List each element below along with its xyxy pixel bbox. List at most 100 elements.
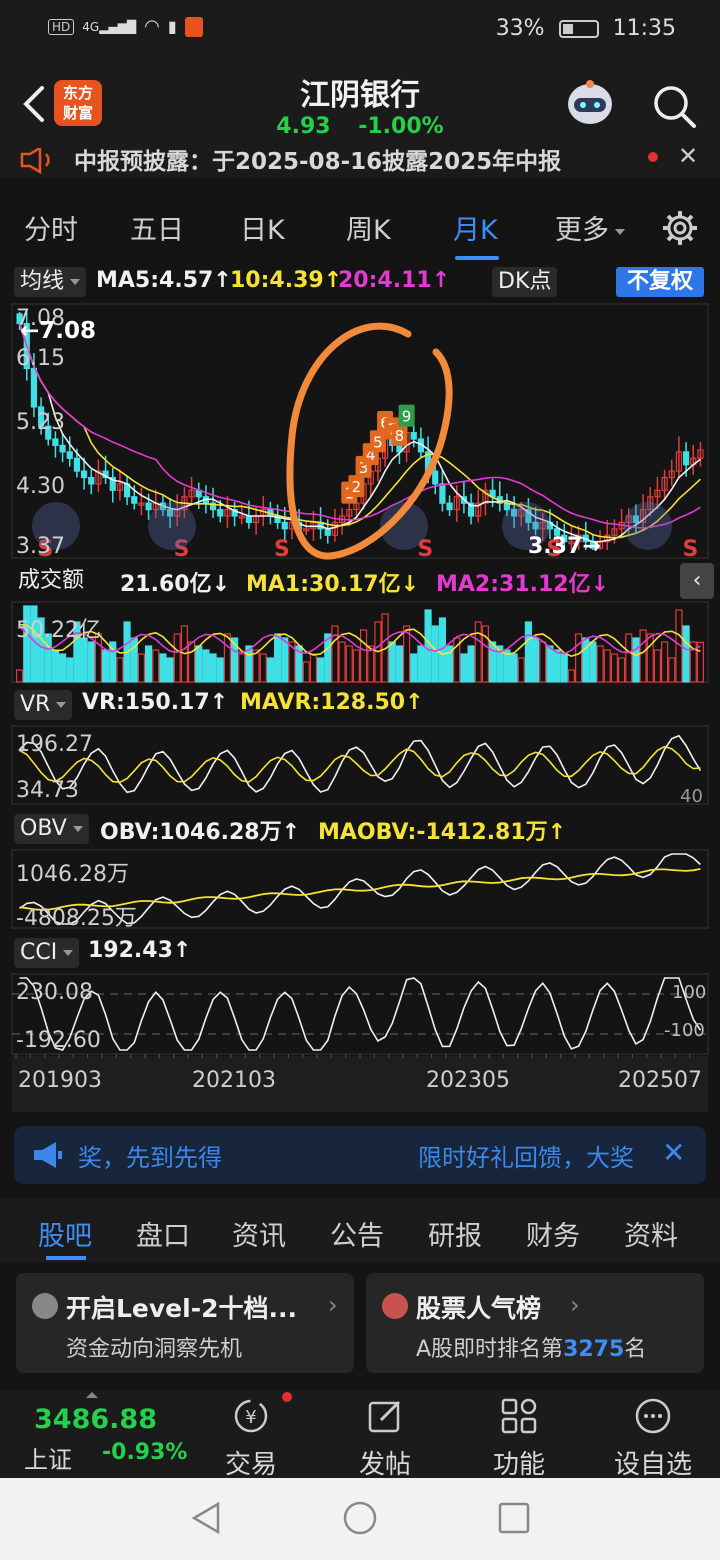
tab-profile[interactable]: 资料	[624, 1214, 678, 1253]
index-change: -0.93%	[102, 1440, 188, 1465]
volume-bar	[274, 633, 282, 683]
vr-selector[interactable]: VR	[14, 690, 73, 720]
panel-frame-2	[11, 725, 709, 805]
level2-card[interactable]: 开启Level-2十档... 资金动向洞察先机 ›	[16, 1273, 354, 1373]
volume-bar	[696, 641, 705, 683]
volume-bar	[460, 653, 468, 683]
home-circle-icon[interactable]	[342, 1500, 378, 1536]
tab-intraday[interactable]: 分时	[24, 208, 78, 247]
volume-bar	[660, 641, 669, 683]
ma-selector[interactable]: 均线	[14, 267, 87, 297]
nav-add-watchlist[interactable]: 设自选	[598, 1390, 708, 1480]
x-tick-2: 202103	[192, 1068, 276, 1093]
nav-functions[interactable]: 功能	[464, 1390, 574, 1480]
recents-square-icon[interactable]	[496, 1500, 532, 1536]
stock-price: 4.93	[276, 114, 331, 139]
chart-overlay-button	[624, 502, 672, 550]
tab-research[interactable]: 研报	[428, 1214, 482, 1253]
popularity-subtitle: A股即时排名第3275名	[416, 1331, 646, 1363]
more-circle-icon	[635, 1398, 671, 1434]
candle-body	[59, 444, 66, 453]
notice-dot	[648, 152, 658, 162]
volume-bar	[51, 649, 60, 683]
obv-selector[interactable]: OBV	[14, 814, 89, 844]
popularity-title: 股票人气榜	[416, 1294, 542, 1323]
notice-bar[interactable]: 中报预披露：于2025-08-16披露2025年中报 ✕	[0, 148, 720, 178]
volume-max-label: 50.22亿	[16, 618, 101, 643]
price-label-2: 6.15	[16, 346, 65, 371]
search-icon[interactable]	[650, 82, 698, 130]
nav-post[interactable]: 发帖	[330, 1390, 440, 1480]
robot-assistant-icon[interactable]	[560, 74, 620, 134]
vr-ref-label: 40	[680, 786, 703, 807]
tab-announcements[interactable]: 公告	[330, 1214, 384, 1253]
tab-five-day[interactable]: 五日	[130, 208, 184, 247]
x-tick-1: 201903	[18, 1068, 102, 1093]
candle-body	[324, 528, 331, 536]
volume-bar	[159, 653, 167, 683]
chevron-down-icon	[70, 279, 81, 285]
level2-title: 开启Level-2十档...	[66, 1294, 297, 1323]
ma10-value: 10:4.39↑	[230, 268, 343, 293]
gear-icon[interactable]	[660, 208, 700, 248]
back-triangle-icon[interactable]	[188, 1500, 224, 1536]
bottom-nav: 3486.88 上证 -0.93% ¥ 交易 发帖 功能 设自选	[0, 1390, 720, 1480]
cci-selector[interactable]: CCI	[14, 938, 80, 968]
volume-ma1: MA1:30.17亿↓	[246, 572, 420, 597]
volume-bar	[589, 641, 597, 683]
collapse-icon[interactable]: ‹	[680, 563, 714, 599]
tab-more[interactable]: 更多	[555, 208, 625, 247]
dk-button[interactable]: DK点	[492, 267, 558, 297]
cci-ref-bottom: -100	[664, 1020, 705, 1041]
cci-value: 192.43↑	[88, 938, 192, 963]
sequence-number: 2	[352, 478, 362, 496]
volume-bar	[317, 657, 325, 683]
high-marker: ←7.08	[20, 318, 97, 344]
nav-trade[interactable]: ¥ 交易	[196, 1390, 306, 1480]
tab-more-label: 更多	[555, 215, 609, 246]
close-icon[interactable]: ✕	[662, 1136, 685, 1169]
level2-subtitle: 资金动向洞察先机	[66, 1337, 243, 1362]
tab-weekly-k[interactable]: 周K	[346, 208, 391, 247]
cci-label-bottom: -192.60	[16, 1028, 101, 1053]
candle-body	[88, 476, 95, 485]
x-tick-3: 202305	[426, 1068, 510, 1093]
volume-bar	[87, 641, 95, 683]
candle-body	[73, 457, 81, 472]
tab-news[interactable]: 资讯	[232, 1214, 286, 1253]
popularity-card[interactable]: 股票人气榜 › A股即时排名第3275名	[366, 1273, 704, 1373]
period-tabs: 分时 五日 日K 周K 月K 更多	[0, 186, 720, 266]
volume-bar	[209, 653, 217, 683]
promo-banner[interactable]: 奖，先到先得 限时好礼回馈，大奖 ✕	[14, 1126, 706, 1184]
candle-body	[281, 521, 288, 530]
adjust-button[interactable]: 不复权	[616, 267, 704, 297]
volume-bar	[625, 633, 633, 683]
volume-bar	[603, 649, 611, 683]
candle-body	[432, 470, 439, 485]
volume-value: 21.60亿↓	[120, 572, 231, 597]
tab-daily-k[interactable]: 日K	[240, 208, 285, 247]
candle-body	[145, 502, 152, 511]
chevron-right-icon: ›	[328, 1291, 338, 1319]
tab-pankou[interactable]: 盘口	[136, 1214, 190, 1253]
volume-bar	[546, 645, 554, 683]
volume-bar	[145, 645, 153, 683]
volume-selector[interactable]: 成交额	[14, 566, 88, 596]
edit-icon	[368, 1400, 401, 1433]
close-icon[interactable]: ✕	[678, 148, 698, 170]
tab-finance[interactable]: 财务	[526, 1214, 580, 1253]
rank-number: 3275	[563, 1337, 625, 1362]
ma5-value: MA5:4.57↑	[96, 268, 232, 293]
ma5-line	[18, 323, 701, 543]
volume-bar	[417, 645, 425, 683]
price-label-bottom: 3.37	[16, 534, 65, 559]
tab-guba[interactable]: 股吧	[38, 1214, 92, 1253]
tab-monthly-k[interactable]: 月K	[453, 208, 498, 247]
volume-bar	[80, 637, 88, 683]
trade-icon: ¥	[234, 1399, 268, 1433]
volume-bar	[510, 653, 518, 683]
x-axis-strip	[12, 1056, 708, 1112]
volume-bar	[682, 625, 690, 683]
volume-bar	[539, 641, 547, 683]
index-value[interactable]: 3486.88	[34, 1404, 157, 1435]
